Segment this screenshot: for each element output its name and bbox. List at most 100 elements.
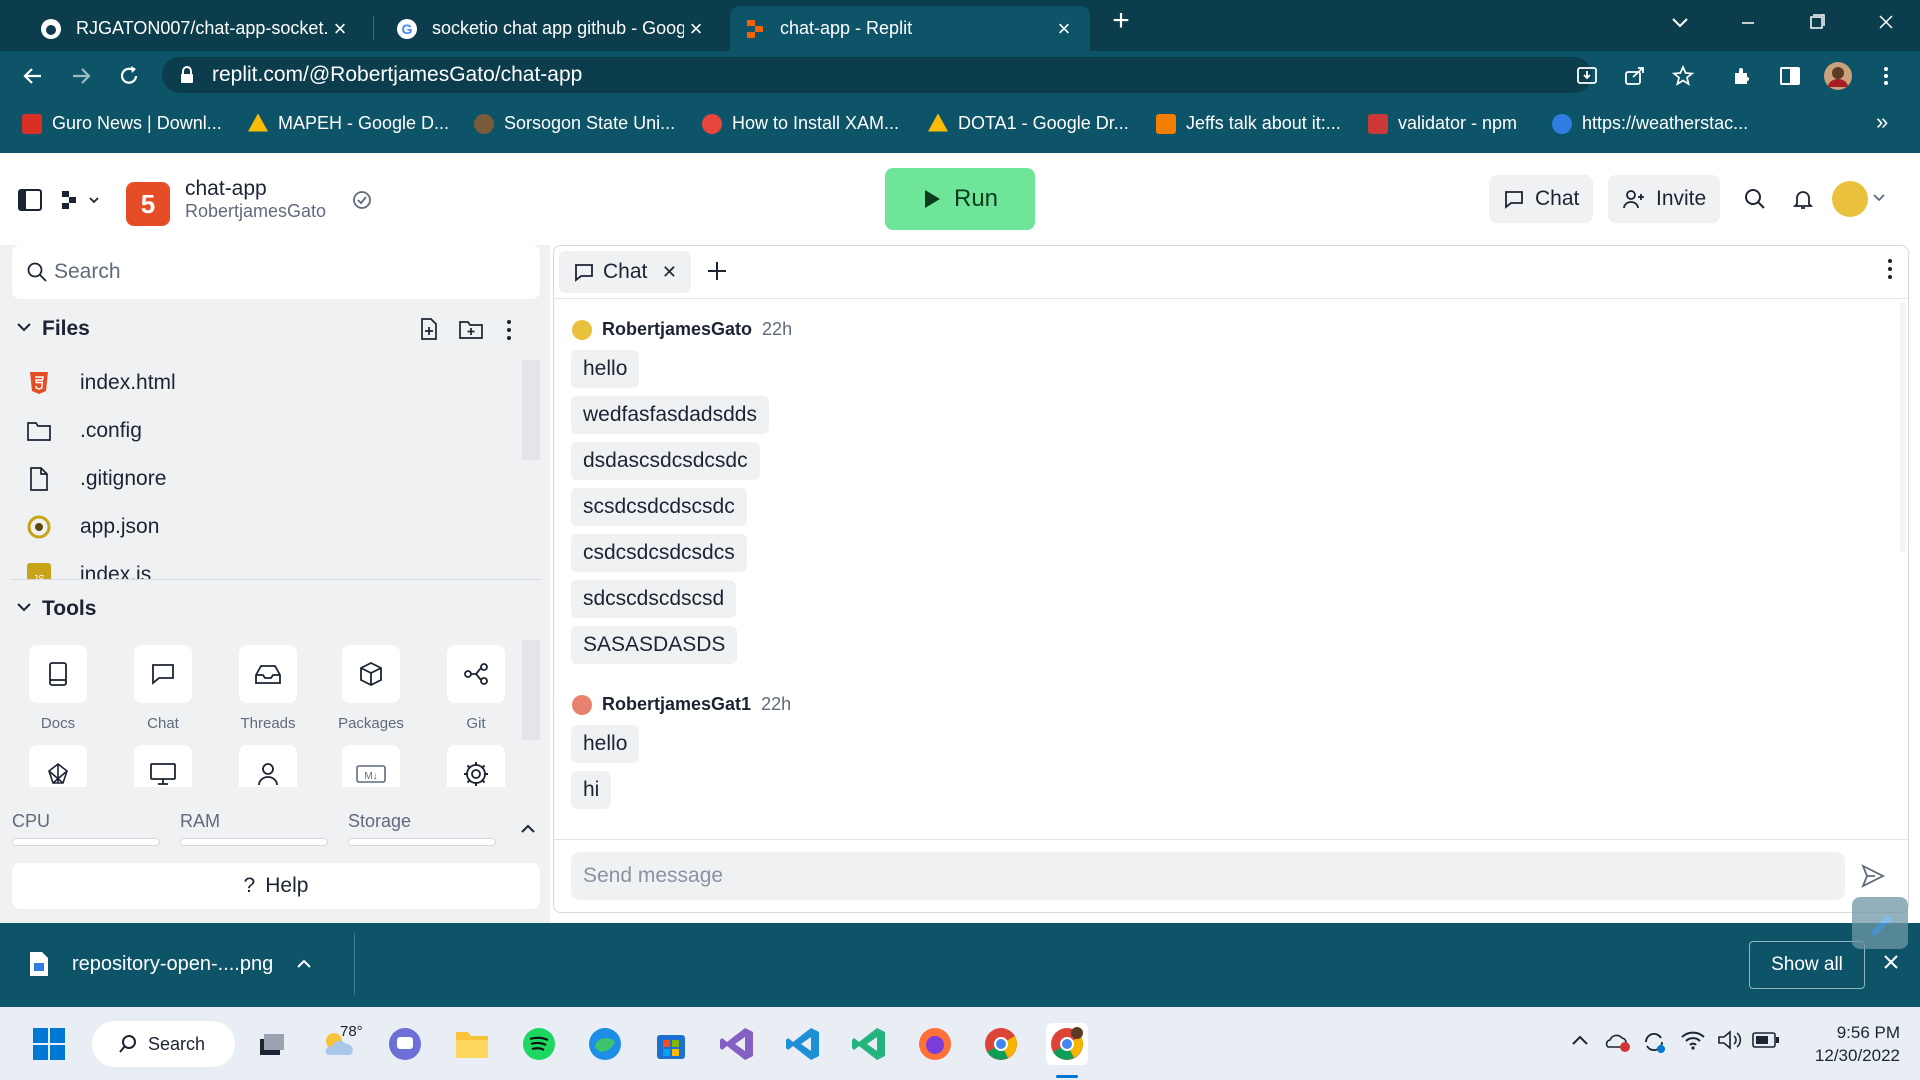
close-icon[interactable]: [1880, 951, 1902, 973]
user-avatar[interactable]: [1832, 181, 1868, 217]
chat-button[interactable]: Chat: [1489, 175, 1594, 223]
show-hidden-icons-chevron[interactable]: [1570, 1033, 1590, 1047]
windows-start-icon[interactable]: [28, 1023, 70, 1065]
search-icon[interactable]: [1743, 187, 1767, 211]
browser-menu-icon[interactable]: [1871, 61, 1901, 91]
bookmark-guro-news[interactable]: Guro News | Downl...: [22, 113, 222, 134]
tool-markdown[interactable]: M↓: [326, 745, 416, 787]
spotify-icon[interactable]: [518, 1023, 560, 1065]
forward-icon[interactable]: [66, 61, 96, 91]
more-bookmarks-icon[interactable]: »: [1876, 109, 1888, 135]
close-tab-icon[interactable]: ×: [684, 16, 708, 42]
extensions-icon[interactable]: [1727, 61, 1757, 91]
file-item-app-json[interactable]: app.json: [12, 504, 522, 550]
bookmark-jeffs-talk[interactable]: Jeffs talk about it:...: [1156, 113, 1341, 134]
message-input[interactable]: Send message: [571, 852, 1845, 900]
vscode-insiders-icon[interactable]: [848, 1023, 890, 1065]
side-panel-icon[interactable]: [1775, 61, 1805, 91]
browser-tab-replit[interactable]: chat-app - Replit ×: [730, 6, 1090, 51]
send-icon[interactable]: [1860, 863, 1886, 889]
files-section-title[interactable]: Files: [42, 317, 90, 341]
tool-webview[interactable]: [118, 745, 208, 787]
chat-scrollbar[interactable]: [1900, 302, 1906, 552]
invite-button[interactable]: Invite: [1608, 175, 1721, 223]
tool-packages[interactable]: Packages: [326, 645, 416, 732]
reload-icon[interactable]: [114, 61, 144, 91]
new-folder-icon[interactable]: [458, 317, 484, 341]
avatar[interactable]: [572, 694, 592, 715]
file-explorer-icon[interactable]: [451, 1023, 493, 1065]
bookmark-weatherstack[interactable]: https://weatherstac...: [1552, 113, 1748, 134]
repl-name[interactable]: chat-app: [185, 177, 267, 201]
toggle-sidebar-icon[interactable]: [18, 189, 42, 211]
browser-tab-google[interactable]: G socketio chat app github - Googl ×: [382, 6, 722, 51]
sync-icon[interactable]: [1641, 1029, 1667, 1055]
chevron-up-icon[interactable]: [295, 958, 313, 970]
close-tab-icon[interactable]: ×: [1052, 16, 1076, 42]
wifi-icon[interactable]: [1680, 1029, 1706, 1051]
tool-threads[interactable]: Threads: [223, 645, 313, 732]
tools-section-title[interactable]: Tools: [42, 597, 96, 621]
bookmark-mapeh[interactable]: MAPEH - Google D...: [248, 113, 449, 134]
file-tree-scrollbar[interactable]: [522, 360, 540, 460]
workspace-menu-icon[interactable]: [60, 189, 104, 211]
profile-avatar[interactable]: [1823, 61, 1853, 91]
file-item-index-html[interactable]: index.html: [12, 360, 522, 406]
tool-user[interactable]: [223, 745, 313, 787]
bookmark-sorsogon[interactable]: Sorsogon State Uni...: [474, 113, 675, 134]
bookmark-validator-npm[interactable]: validator - npm: [1368, 113, 1517, 134]
file-item-config[interactable]: .config: [12, 408, 522, 454]
tool-chat[interactable]: Chat: [118, 645, 208, 732]
vscode-icon[interactable]: [782, 1023, 824, 1065]
help-button[interactable]: ? Help: [12, 863, 540, 909]
minimize-icon[interactable]: [1728, 8, 1768, 38]
tab-search-chevron-icon[interactable]: [1660, 8, 1700, 38]
task-view-icon[interactable]: [250, 1023, 292, 1065]
bookmark-dota1[interactable]: DOTA1 - Google Dr...: [928, 113, 1129, 134]
avatar[interactable]: [572, 319, 592, 340]
microsoft-store-icon[interactable]: [650, 1023, 692, 1065]
taskbar-search[interactable]: Search: [92, 1021, 235, 1067]
bookmark-star-icon[interactable]: [1668, 61, 1698, 91]
window-close-icon[interactable]: [1866, 8, 1906, 38]
edge-icon[interactable]: [584, 1023, 626, 1065]
run-button[interactable]: Run: [885, 168, 1035, 230]
chevron-down-icon[interactable]: [16, 321, 32, 333]
battery-icon[interactable]: [1752, 1031, 1780, 1049]
visual-studio-icon[interactable]: [716, 1023, 758, 1065]
browser-tab-github[interactable]: RJGATON007/chat-app-socket.io ×: [26, 6, 366, 51]
floating-pencil-icon[interactable]: [1852, 897, 1908, 949]
back-icon[interactable]: [18, 61, 48, 91]
share-icon[interactable]: [1620, 61, 1650, 91]
show-all-button[interactable]: Show all: [1749, 941, 1865, 989]
file-item-index-js[interactable]: JS index.js: [12, 552, 522, 580]
new-file-icon[interactable]: [418, 317, 440, 341]
tool-settings[interactable]: [431, 745, 521, 787]
teams-chat-icon[interactable]: [384, 1023, 426, 1065]
firefox-icon[interactable]: [914, 1023, 956, 1065]
onedrive-error-icon[interactable]: [1604, 1029, 1632, 1053]
tool-git[interactable]: Git: [431, 645, 521, 732]
chrome-icon[interactable]: [980, 1023, 1022, 1065]
add-tab-icon[interactable]: [702, 256, 732, 286]
url-bar[interactable]: replit.com/@RobertjamesGato/chat-app: [162, 57, 1592, 93]
tool-extension[interactable]: [13, 745, 103, 787]
tab-chat[interactable]: Chat ✕: [559, 251, 691, 293]
chevron-down-icon[interactable]: [16, 601, 32, 613]
close-tab-icon[interactable]: ×: [328, 16, 352, 42]
download-item[interactable]: repository-open-....png: [28, 951, 313, 977]
restore-icon[interactable]: [1796, 8, 1836, 38]
repl-owner[interactable]: RobertjamesGato: [185, 201, 326, 222]
panel-menu-icon[interactable]: [1886, 258, 1894, 280]
notifications-bell-icon[interactable]: [1791, 187, 1815, 211]
new-tab-icon[interactable]: +: [1101, 4, 1141, 38]
chevron-down-icon[interactable]: [1872, 193, 1886, 203]
close-tab-icon[interactable]: ✕: [662, 262, 677, 283]
volume-icon[interactable]: [1716, 1029, 1742, 1051]
search-input[interactable]: Search: [12, 245, 540, 299]
file-item-gitignore[interactable]: .gitignore: [12, 456, 522, 502]
tool-docs[interactable]: Docs: [13, 645, 103, 732]
install-app-icon[interactable]: [1572, 61, 1602, 91]
chrome-profile-icon[interactable]: [1046, 1023, 1088, 1065]
bookmark-xampp[interactable]: How to Install XAM...: [702, 113, 899, 134]
